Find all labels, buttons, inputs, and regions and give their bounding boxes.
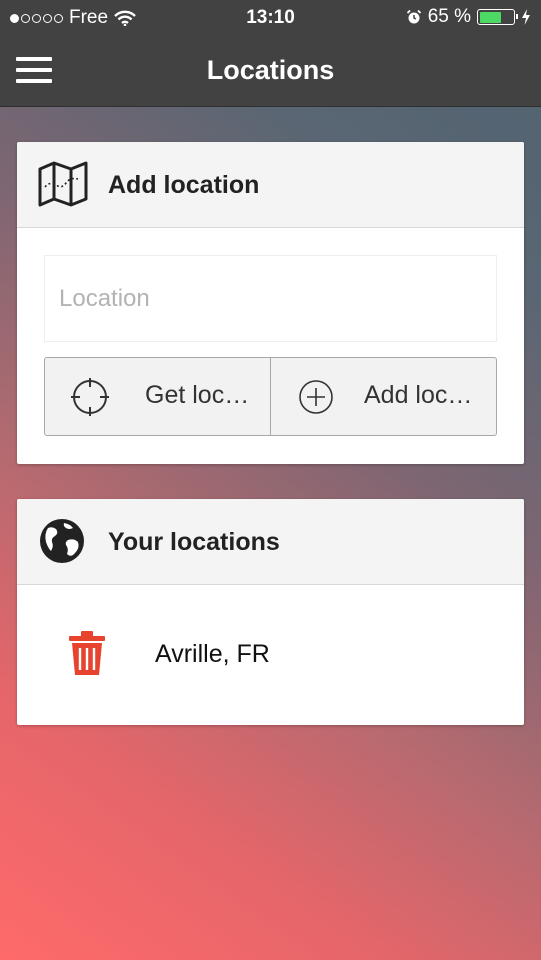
location-button-group: Get loc… Add loc… bbox=[44, 357, 497, 436]
battery-percent: 65 % bbox=[427, 6, 471, 27]
plus-circle-icon bbox=[299, 380, 333, 414]
your-locations-title: Your locations bbox=[108, 528, 280, 556]
add-location-card-header: Add location bbox=[17, 142, 524, 228]
trash-icon[interactable] bbox=[68, 631, 106, 675]
status-right: 65 % bbox=[406, 6, 531, 28]
globe-icon bbox=[40, 519, 84, 563]
battery-fill bbox=[479, 11, 501, 23]
location-name: Avrille, FR bbox=[155, 640, 270, 668]
your-locations-card: Your locations Avrille, FR bbox=[17, 499, 524, 725]
map-icon bbox=[38, 161, 88, 207]
location-input[interactable] bbox=[44, 255, 497, 342]
list-item: Avrille, FR bbox=[17, 585, 524, 725]
add-location-label: Add loc… bbox=[364, 381, 473, 409]
your-locations-card-header: Your locations bbox=[17, 499, 524, 585]
alarm-clock-icon bbox=[406, 9, 421, 24]
get-location-label: Get loc… bbox=[145, 381, 250, 409]
page-title: Locations bbox=[206, 55, 335, 85]
app-header: Locations bbox=[0, 36, 541, 106]
top-bar: Free 13:10 65 % Locations bbox=[0, 0, 541, 107]
battery-icon bbox=[477, 9, 518, 25]
get-location-button[interactable]: Get loc… bbox=[45, 358, 270, 435]
status-bar: Free 13:10 65 % bbox=[0, 0, 541, 36]
crosshair-icon bbox=[71, 378, 109, 416]
charging-bolt-icon bbox=[522, 9, 530, 25]
add-location-title: Add location bbox=[108, 171, 260, 199]
add-location-card: Add location Get loc… Add loc… bbox=[17, 142, 524, 464]
add-location-button[interactable]: Add loc… bbox=[270, 358, 496, 435]
